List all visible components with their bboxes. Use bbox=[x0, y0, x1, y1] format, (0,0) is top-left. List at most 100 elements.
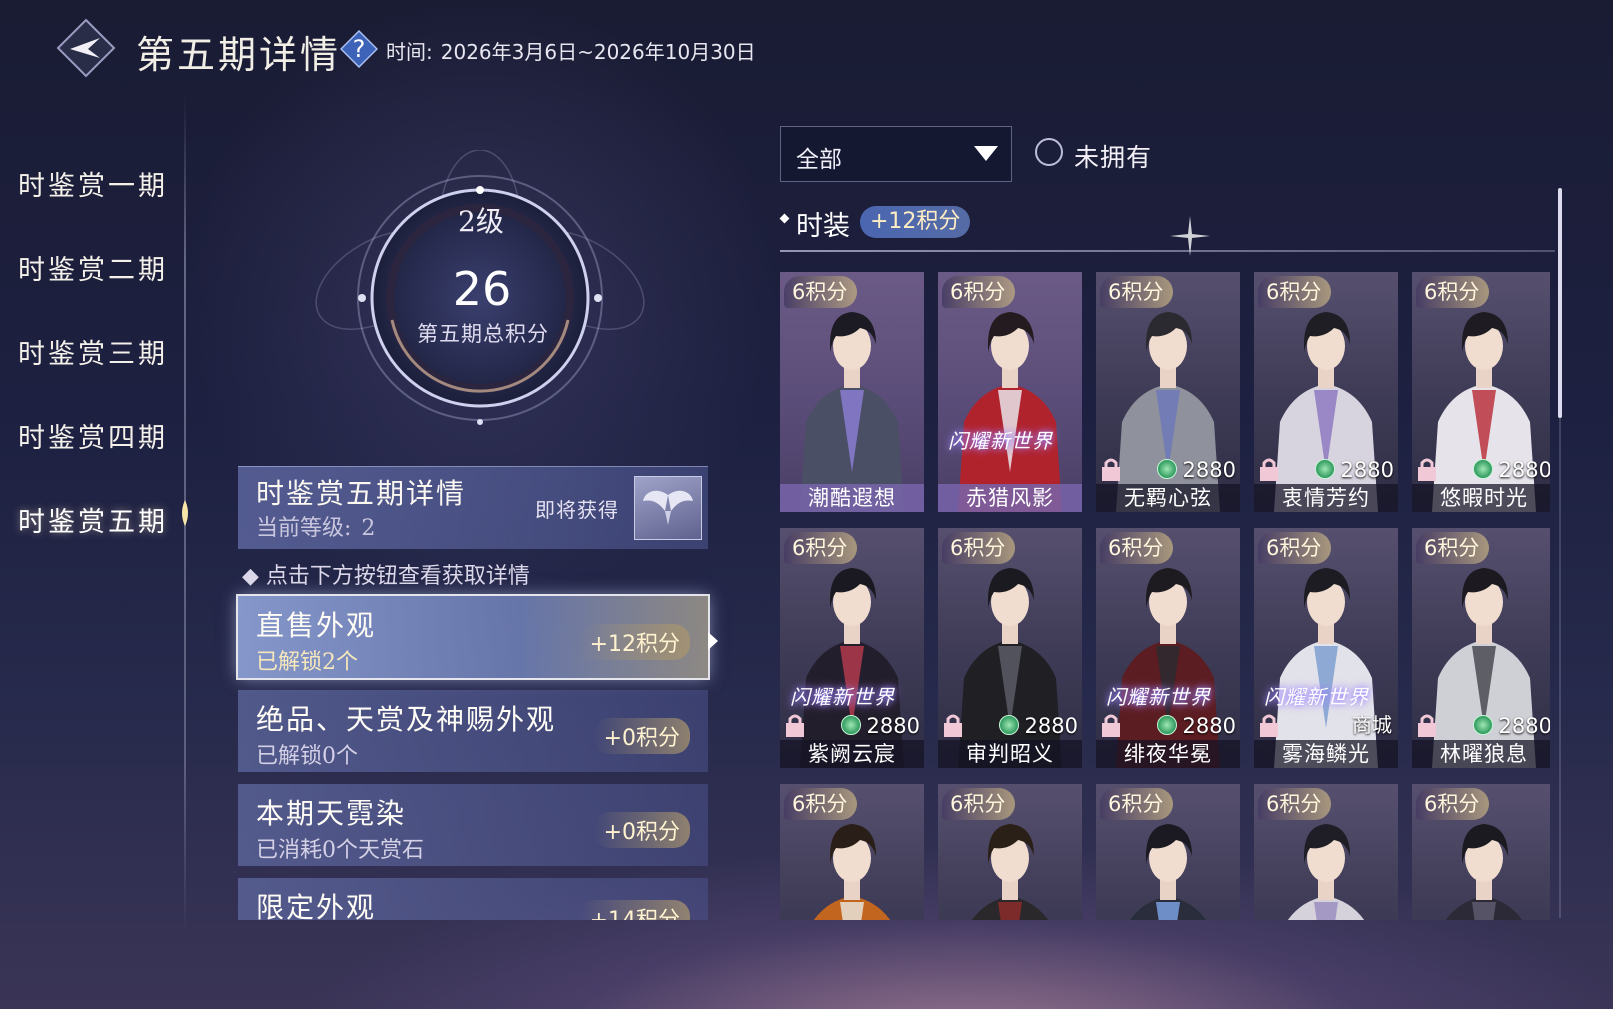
upcoming-reward-label: 即将获得 bbox=[535, 498, 619, 522]
category-sub: 已消耗0个天赏石 bbox=[256, 838, 424, 863]
outfit-price: 2880 bbox=[1156, 458, 1236, 482]
lock-icon bbox=[1102, 714, 1120, 737]
outfit-name: 审判昭义 bbox=[938, 740, 1082, 768]
outfit-points-badge: 6积分 bbox=[942, 788, 1016, 820]
hint-label: 点击下方按钮查看获取详情 bbox=[265, 564, 530, 589]
category-points: +12积分 bbox=[579, 624, 690, 660]
outfit-card[interactable]: 6积分 闪耀新世界 2880 紫阙云宸 bbox=[780, 528, 924, 768]
outfit-card[interactable]: 6积分 2880 衷情芳约 bbox=[1254, 272, 1398, 512]
outfit-points-badge: 6积分 bbox=[1416, 788, 1490, 820]
outfit-points-badge: 6积分 bbox=[784, 788, 858, 820]
upcoming-reward-item[interactable] bbox=[634, 476, 702, 540]
time-value: 2026年3月6日~2026年10月30日 bbox=[440, 40, 756, 64]
outfit-points-badge: 6积分 bbox=[784, 276, 858, 308]
event-tag: 闪耀新世界 bbox=[790, 685, 895, 709]
selected-arrow-icon bbox=[708, 632, 718, 650]
outfit-points-badge: 6积分 bbox=[1100, 276, 1174, 308]
total-score-label: 第五期总积分 bbox=[417, 322, 549, 346]
lock-icon bbox=[786, 714, 804, 737]
character-portrait bbox=[800, 312, 904, 512]
outfit-points-badge: 6积分 bbox=[1258, 276, 1332, 308]
outfit-name: 悠暇时光 bbox=[1412, 484, 1550, 512]
level-label: 2级 bbox=[458, 205, 504, 238]
category-premium[interactable]: 绝品、天赏及神赐外观 已解锁0个 +0积分 bbox=[238, 690, 708, 772]
event-tag: 闪耀新世界 bbox=[1264, 685, 1369, 709]
current-level-label: 当前等级: bbox=[256, 516, 352, 541]
outfit-price: 2880 bbox=[1156, 714, 1236, 738]
lock-icon bbox=[1102, 458, 1120, 481]
shop-label: 商城 bbox=[1352, 713, 1392, 737]
outfit-card[interactable]: 6积分潮酷遐想 bbox=[780, 272, 924, 512]
sidebar-item-period-5[interactable]: 时鉴赏五期 bbox=[18, 500, 168, 539]
sidebar-item-period-3[interactable]: 时鉴赏三期 bbox=[18, 332, 168, 371]
outfit-card[interactable]: 6积分 bbox=[1412, 784, 1550, 920]
back-arrow-icon[interactable] bbox=[56, 18, 116, 78]
outfit-price: 2880 bbox=[840, 714, 920, 738]
category-direct-sale[interactable]: 直售外观 已解锁2个 +12积分 bbox=[238, 596, 708, 678]
outfit-card[interactable]: 6积分 bbox=[1096, 784, 1240, 920]
outfit-name: 潮酷遐想 bbox=[780, 484, 924, 512]
outfit-points-badge: 6积分 bbox=[1258, 532, 1332, 564]
outfit-points-badge: 6积分 bbox=[942, 532, 1016, 564]
dropdown-arrow-icon bbox=[974, 146, 998, 161]
jade-coin-icon bbox=[1472, 459, 1493, 479]
outfit-name: 衷情芳约 bbox=[1254, 484, 1398, 512]
outfit-card[interactable]: 6积分 bbox=[1254, 784, 1398, 920]
not-owned-label[interactable]: 未拥有 bbox=[1074, 138, 1152, 174]
not-owned-radio[interactable] bbox=[1035, 138, 1063, 166]
outfit-name: 绯夜华冕 bbox=[1096, 740, 1240, 768]
question-mark-icon[interactable]: ? bbox=[340, 30, 378, 68]
sidebar-item-period-1[interactable]: 时鉴赏一期 bbox=[18, 164, 168, 203]
lock-icon bbox=[1418, 458, 1436, 481]
dropdown-value: 全部 bbox=[796, 147, 842, 173]
current-level-value: 2 bbox=[361, 516, 376, 541]
scroll-thumb[interactable] bbox=[1558, 188, 1562, 418]
jade-coin-icon bbox=[1156, 715, 1177, 735]
outfit-card[interactable]: 6积分 闪耀新世界 商城 雾海鳞光 bbox=[1254, 528, 1398, 768]
character-portrait bbox=[958, 312, 1062, 512]
outfit-points-badge: 6积分 bbox=[1258, 788, 1332, 820]
outfit-card[interactable]: 6积分 闪耀新世界 赤猎风影 bbox=[938, 272, 1082, 512]
lock-icon bbox=[944, 714, 962, 737]
section-divider bbox=[780, 250, 1555, 252]
outfit-points-badge: 6积分 bbox=[1100, 788, 1174, 820]
section-points: +12积分 bbox=[860, 206, 971, 238]
category-points: +0积分 bbox=[593, 718, 690, 754]
category-dye[interactable]: 本期天霓染 已消耗0个天赏石 +0积分 bbox=[238, 784, 708, 866]
outfit-grid: 6积分 潮酷遐想 6积分 闪耀新世界 赤猎风影 6积分 2880 无羁心弦 6积分 2880 衷情芳… bbox=[780, 272, 1550, 920]
category-limited[interactable]: 限定外观 +14积分 bbox=[238, 878, 708, 920]
outfit-points-badge: 6积分 bbox=[1100, 532, 1174, 564]
jade-coin-icon bbox=[1156, 459, 1177, 479]
category-title: 直售外观 bbox=[256, 609, 377, 642]
active-indicator-icon bbox=[182, 500, 188, 526]
svg-text:?: ? bbox=[353, 35, 366, 63]
jade-coin-icon bbox=[998, 715, 1019, 735]
category-points: +14积分 bbox=[579, 900, 690, 920]
sidebar-item-period-2[interactable]: 时鉴赏二期 bbox=[18, 248, 168, 287]
outfit-price: 2880 bbox=[998, 714, 1078, 738]
outfit-name: 无羁心弦 bbox=[1096, 484, 1240, 512]
outfit-card[interactable]: 6积分 2880 林曜狼息 bbox=[1412, 528, 1550, 768]
event-tag: 闪耀新世界 bbox=[948, 429, 1053, 453]
time-label: 时间: bbox=[386, 40, 433, 64]
outfit-card[interactable]: 6积分 2880 悠暇时光 bbox=[1412, 272, 1550, 512]
period-detail-title: 时鉴赏五期详情 bbox=[256, 477, 467, 510]
category-points: +0积分 bbox=[593, 812, 690, 848]
jade-coin-icon bbox=[1472, 715, 1493, 735]
outfit-price: 2880 bbox=[1314, 458, 1394, 482]
outfit-name: 林曜狼息 bbox=[1412, 740, 1550, 768]
outfit-card[interactable]: 6积分 闪耀新世界 2880 绯夜华冕 bbox=[1096, 528, 1240, 768]
event-time: 时间: 2026年3月6日~2026年10月30日 bbox=[386, 36, 756, 65]
sidebar-item-period-4[interactable]: 时鉴赏四期 bbox=[18, 416, 168, 455]
outfit-price: 2880 bbox=[1472, 714, 1550, 738]
outfit-card[interactable]: 6积分 bbox=[780, 784, 924, 920]
outfit-card[interactable]: 6积分 2880 无羁心弦 bbox=[1096, 272, 1240, 512]
outfit-card[interactable]: 6积分 2880 审判昭义 bbox=[938, 528, 1082, 768]
section-bullet-icon bbox=[779, 213, 790, 224]
lock-icon bbox=[1260, 714, 1278, 737]
outfit-price: 2880 bbox=[1472, 458, 1550, 482]
wing-emblem-icon bbox=[643, 490, 693, 525]
outfit-card[interactable]: 6积分 bbox=[938, 784, 1082, 920]
lock-icon bbox=[1260, 458, 1278, 481]
outfit-points-badge: 6积分 bbox=[784, 532, 858, 564]
